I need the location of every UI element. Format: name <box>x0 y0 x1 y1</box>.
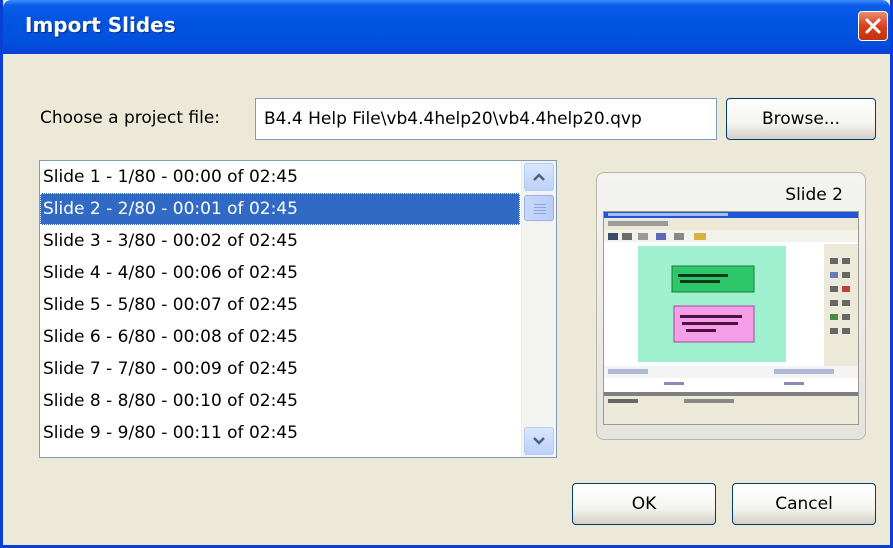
cancel-button[interactable]: Cancel <box>732 483 876 525</box>
import-slides-dialog: Import Slides Choose a project file: B4.… <box>0 0 893 548</box>
slide-list-item[interactable]: Slide 4 - 4/80 - 00:06 of 02:45 <box>40 257 520 289</box>
scroll-down-button[interactable] <box>524 427 554 455</box>
scroll-thumb[interactable] <box>524 195 554 221</box>
project-file-label: Choose a project file: <box>40 108 221 128</box>
slide-list-item[interactable]: Slide 7 - 7/80 - 00:09 of 02:45 <box>40 353 520 385</box>
slide-list: Slide 1 - 1/80 - 00:00 of 02:45 Slide 2 -… <box>40 161 520 457</box>
grip-line <box>534 210 546 211</box>
project-file-input[interactable]: B4.4 Help File\vb4.4help20\vb4.4help20.q… <box>255 98 717 140</box>
chevron-down-icon <box>533 437 545 445</box>
project-file-path: B4.4 Help File\vb4.4help20\vb4.4help20.q… <box>264 109 642 129</box>
slide-list-item[interactable]: Slide 3 - 3/80 - 00:02 of 02:45 <box>40 225 520 257</box>
slide-list-item[interactable]: Slide 5 - 5/80 - 00:07 of 02:45 <box>40 289 520 321</box>
ok-button[interactable]: OK <box>572 483 716 525</box>
slide-list-item[interactable]: Slide 10 - 10/80 - 00:12 of 02:45 <box>40 449 520 457</box>
slide-list-item[interactable]: Slide 8 - 8/80 - 00:10 of 02:45 <box>40 385 520 417</box>
grip-line <box>534 213 546 214</box>
preview-title: Slide 2 <box>785 185 843 205</box>
scroll-up-button[interactable] <box>524 163 554 191</box>
slide-list-item[interactable]: Slide 2 - 2/80 - 00:01 of 02:45 <box>40 193 520 225</box>
slide-list-item[interactable]: Slide 6 - 6/80 - 00:08 of 02:45 <box>40 321 520 353</box>
slide-thumbnail-image <box>604 212 858 424</box>
slide-thumbnail <box>603 211 859 425</box>
grip-line <box>534 204 546 205</box>
chevron-up-icon <box>533 173 545 181</box>
close-button[interactable] <box>858 11 888 41</box>
slide-list-item[interactable]: Slide 1 - 1/80 - 00:00 of 02:45 <box>40 161 520 193</box>
slides-listbox[interactable]: Slide 1 - 1/80 - 00:00 of 02:45 Slide 2 -… <box>39 160 557 458</box>
browse-button[interactable]: Browse... <box>726 98 876 140</box>
dialog-title: Import Slides <box>25 13 176 37</box>
slide-preview-panel: Slide 2 <box>596 172 866 440</box>
close-icon <box>865 18 881 34</box>
grip-line <box>534 207 546 208</box>
title-bar[interactable]: Import Slides <box>3 0 890 54</box>
slide-list-item[interactable]: Slide 9 - 9/80 - 00:11 of 02:45 <box>40 417 520 449</box>
list-scrollbar[interactable] <box>521 161 556 457</box>
